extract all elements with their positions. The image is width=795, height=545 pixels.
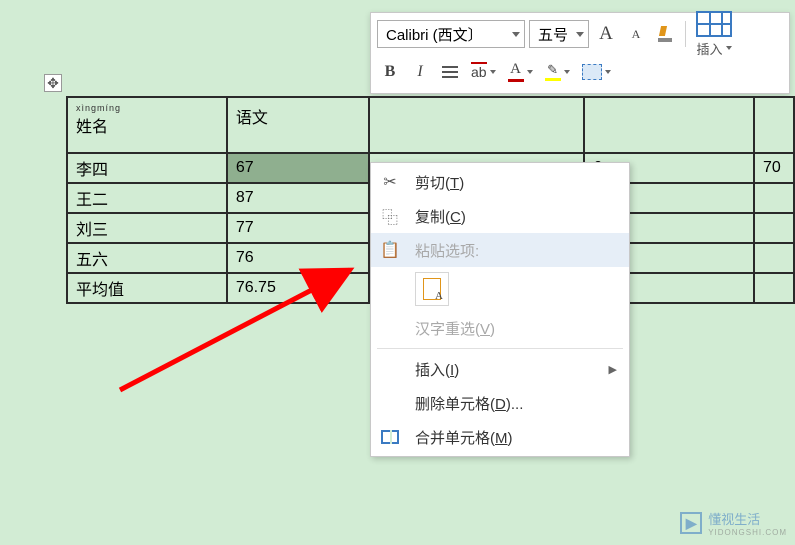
toolbar-row-2: B I ab A ✎ xyxy=(377,55,783,89)
cell[interactable] xyxy=(754,273,794,303)
shrink-font-button[interactable]: A xyxy=(623,20,649,48)
format-painter-button[interactable] xyxy=(653,20,679,48)
menu-merge-cells[interactable]: 合并单元格(M) xyxy=(371,420,629,454)
scissors-icon: ✂ xyxy=(379,172,401,192)
mini-toolbar: Calibri (西文〕 五号 A A 插入 B I xyxy=(370,12,790,94)
cell[interactable]: 王二 xyxy=(67,183,227,213)
menu-cut[interactable]: ✂ 剪切(T) xyxy=(371,165,629,199)
font-name-value: Calibri (西文〕 xyxy=(386,24,483,45)
font-size-dropdown[interactable]: 五号 xyxy=(529,20,589,48)
menu-label: 插入(I) xyxy=(415,359,595,380)
chevron-down-icon xyxy=(605,70,611,74)
align-button[interactable] xyxy=(437,58,463,86)
header-col-d[interactable] xyxy=(754,97,794,153)
cell[interactable] xyxy=(754,183,794,213)
paste-keep-text-button[interactable] xyxy=(415,272,449,306)
divider xyxy=(685,21,686,47)
cell[interactable]: 76.75 xyxy=(227,273,369,303)
merge-cells-icon xyxy=(379,430,401,444)
cell[interactable]: 五六 xyxy=(67,243,227,273)
watermark-logo-icon: ▶ xyxy=(680,512,702,534)
name-ruby: xìngmíng xyxy=(76,104,218,113)
menu-reconvert[interactable]: 汉字重选(V) xyxy=(371,311,629,345)
watermark: ▶ 懂视生活 YIDONGSHI.COM xyxy=(680,509,787,537)
cell-selected[interactable]: 67 xyxy=(227,153,369,183)
font-color-icon: A xyxy=(508,62,524,82)
cell[interactable]: 李四 xyxy=(67,153,227,183)
menu-label: 剪切(T) xyxy=(415,172,617,193)
table-move-handle[interactable]: ✥ xyxy=(44,74,62,92)
selection-icon xyxy=(582,64,602,80)
cell[interactable] xyxy=(754,243,794,273)
font-size-value: 五号 xyxy=(538,24,568,45)
header-col-a[interactable]: 语文 xyxy=(227,97,369,153)
italic-button[interactable]: I xyxy=(407,58,433,86)
shrink-font-icon: A xyxy=(632,27,641,42)
cell[interactable]: 刘三 xyxy=(67,213,227,243)
header-col-b[interactable] xyxy=(369,97,585,153)
chevron-down-icon xyxy=(512,32,520,37)
menu-delete-cells[interactable]: 删除单元格(D)... xyxy=(371,386,629,420)
menu-label: 粘贴选项: xyxy=(415,240,617,261)
strike-icon: ab xyxy=(471,64,487,80)
grow-font-icon: A xyxy=(599,23,613,45)
cell[interactable]: 87 xyxy=(227,183,369,213)
header-name[interactable]: xìngmíng 姓名 xyxy=(67,97,227,153)
font-color-button[interactable]: A xyxy=(504,58,537,86)
cell[interactable]: 平均值 xyxy=(67,273,227,303)
chevron-down-icon xyxy=(527,70,533,74)
toolbar-row-1: Calibri (西文〕 五号 A A 插入 xyxy=(377,17,783,51)
cell[interactable]: 77 xyxy=(227,213,369,243)
separator xyxy=(377,348,623,349)
paste-options-row xyxy=(371,267,629,311)
chevron-down-icon xyxy=(564,70,570,74)
strikethrough-button[interactable]: ab xyxy=(467,58,500,86)
header-col-c[interactable] xyxy=(584,97,754,153)
menu-paste-options[interactable]: 📋 粘贴选项: xyxy=(371,233,629,267)
menu-insert[interactable]: 插入(I) ▶ xyxy=(371,352,629,386)
menu-label: 复制(C) xyxy=(415,206,617,227)
cell[interactable] xyxy=(754,213,794,243)
menu-label: 合并单元格(M) xyxy=(415,427,617,448)
submenu-arrow-icon: ▶ xyxy=(609,363,617,376)
bold-button[interactable]: B xyxy=(377,58,403,86)
align-icon xyxy=(442,66,458,78)
move-icon: ✥ xyxy=(47,75,59,92)
menu-copy[interactable]: ⿻ 复制(C) xyxy=(371,199,629,233)
cell[interactable]: 76 xyxy=(227,243,369,273)
chevron-down-icon xyxy=(726,46,732,50)
highlight-button[interactable]: ✎ xyxy=(541,58,574,86)
insert-table-button[interactable]: 插入 xyxy=(696,11,732,58)
chevron-down-icon xyxy=(576,32,584,37)
grow-font-button[interactable]: A xyxy=(593,20,619,48)
font-name-dropdown[interactable]: Calibri (西文〕 xyxy=(377,20,525,48)
cell[interactable]: 70 xyxy=(754,153,794,183)
table-grid-icon xyxy=(696,11,732,37)
copy-icon: ⿻ xyxy=(379,204,401,228)
paintbrush-icon xyxy=(658,26,674,42)
table-header-row: xìngmíng 姓名 语文 xyxy=(67,97,794,153)
clipboard-icon: 📋 xyxy=(379,240,401,260)
menu-label: 汉字重选(V) xyxy=(415,318,617,339)
menu-label: 删除单元格(D)... xyxy=(415,393,617,414)
watermark-text: 懂视生活 YIDONGSHI.COM xyxy=(708,509,787,537)
chevron-down-icon xyxy=(490,70,496,74)
context-menu: ✂ 剪切(T) ⿻ 复制(C) 📋 粘贴选项: 汉字重选(V) 插入(I) ▶ … xyxy=(370,162,630,457)
highlight-icon: ✎ xyxy=(545,63,561,81)
selection-button[interactable] xyxy=(578,58,615,86)
